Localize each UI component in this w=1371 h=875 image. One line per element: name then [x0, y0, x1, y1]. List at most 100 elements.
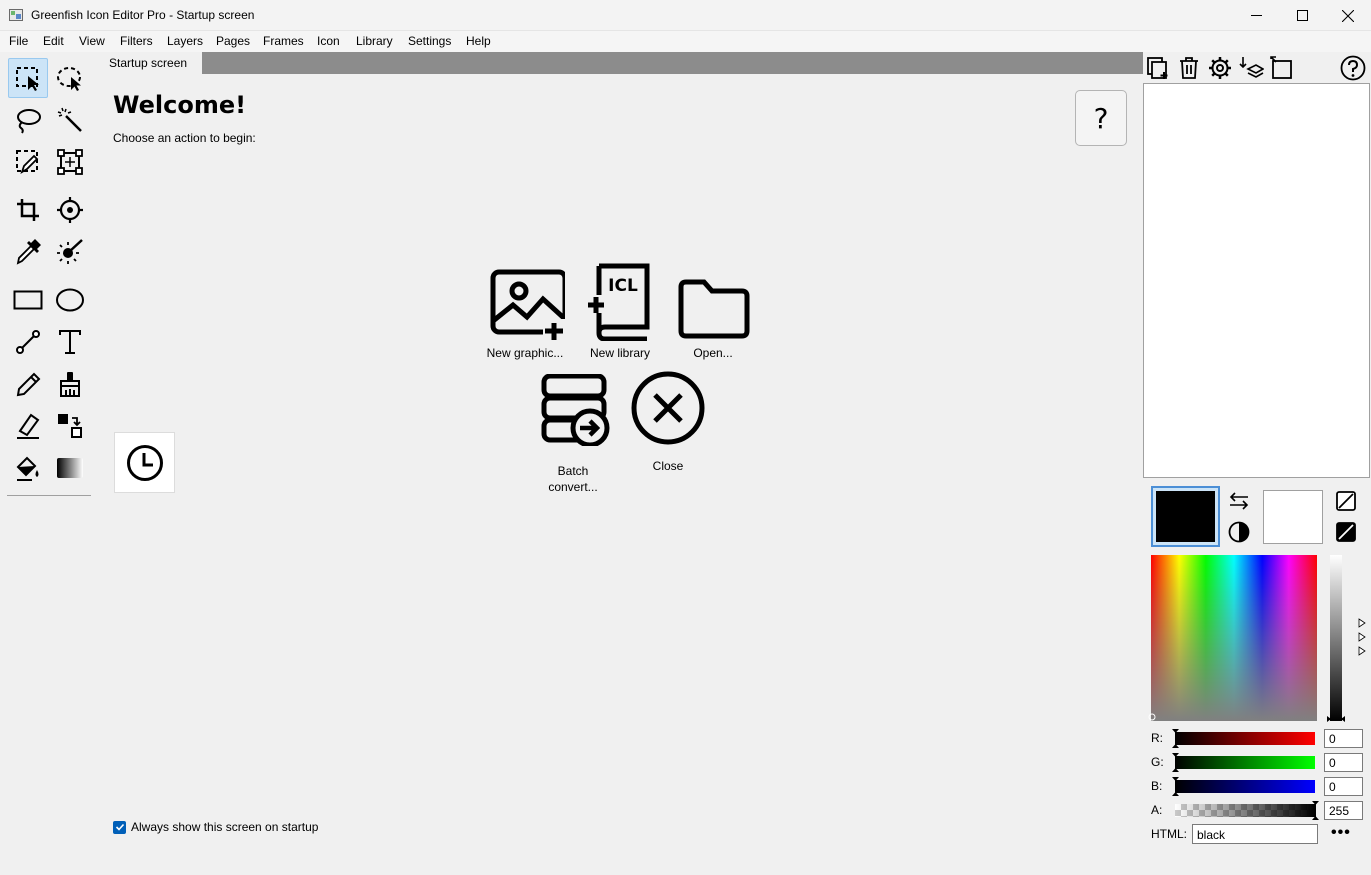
- close-action[interactable]: Close: [628, 371, 708, 474]
- tool-color-picker[interactable]: [8, 232, 48, 272]
- luminance-bar[interactable]: [1330, 555, 1342, 721]
- rectangle-icon: [13, 290, 43, 310]
- menu-settings[interactable]: Settings: [408, 34, 451, 48]
- html-color-field[interactable]: black: [1192, 824, 1318, 844]
- tool-text[interactable]: [50, 322, 90, 362]
- menu-view[interactable]: View: [79, 34, 105, 48]
- menu-pages[interactable]: Pages: [216, 34, 250, 48]
- startup-checkbox-label: Always show this screen on startup: [131, 820, 319, 834]
- blue-thumb-icon[interactable]: [1172, 777, 1179, 796]
- open-action[interactable]: Open...: [670, 267, 756, 361]
- new-library-action[interactable]: ICL New library: [580, 263, 660, 361]
- close-window-button[interactable]: [1325, 0, 1371, 31]
- green-thumb-icon[interactable]: [1172, 753, 1179, 772]
- hotspot-icon: [57, 197, 83, 223]
- green-value-field[interactable]: 0: [1324, 753, 1363, 772]
- canvas-size-button[interactable]: [1269, 55, 1295, 81]
- red-value-field[interactable]: 0: [1324, 729, 1363, 748]
- app-icon: [9, 9, 23, 21]
- alpha-slider-row: A: 255: [1151, 801, 1363, 820]
- invert-color-button[interactable]: [1228, 521, 1250, 543]
- menu-layers[interactable]: Layers: [167, 34, 203, 48]
- tool-rectangle[interactable]: [8, 280, 48, 320]
- fill-icon: [16, 456, 39, 481]
- swap-colors-button[interactable]: [1228, 490, 1250, 512]
- delete-page-button[interactable]: [1176, 55, 1202, 81]
- red-thumb-icon[interactable]: [1172, 729, 1179, 748]
- green-label: G:: [1151, 755, 1164, 769]
- import-layer-button[interactable]: [1238, 55, 1264, 81]
- alpha-thumb-icon[interactable]: [1312, 801, 1319, 820]
- menu-library[interactable]: Library: [356, 34, 393, 48]
- close-label: Close: [652, 459, 684, 473]
- pencil-icon: [16, 372, 41, 397]
- red-slider-row: R: 0: [1151, 729, 1363, 748]
- alpha-slider[interactable]: [1175, 804, 1315, 817]
- help-circle-button[interactable]: [1340, 55, 1366, 81]
- secondary-color-swatch[interactable]: [1263, 490, 1323, 544]
- tab-startup-screen[interactable]: Startup screen: [98, 52, 202, 74]
- tool-crop[interactable]: [8, 190, 48, 230]
- blue-slider[interactable]: [1175, 780, 1315, 793]
- tool-magic-wand[interactable]: [50, 100, 90, 140]
- menu-filters[interactable]: Filters: [120, 34, 153, 48]
- recent-files-button[interactable]: [114, 432, 175, 493]
- luminance-thumb-icon[interactable]: [1326, 715, 1346, 723]
- maximize-button[interactable]: [1279, 0, 1325, 31]
- tool-lasso[interactable]: [8, 100, 48, 140]
- document-tabs: Startup screen: [98, 52, 1143, 74]
- new-library-label: New library: [589, 346, 650, 360]
- page-properties-button[interactable]: [1207, 55, 1233, 81]
- toolbox: [0, 52, 98, 875]
- new-graphic-action[interactable]: New graphic...: [480, 267, 570, 361]
- primary-color-swatch[interactable]: [1151, 486, 1220, 547]
- alpha-value-field[interactable]: 255: [1324, 801, 1363, 820]
- tool-pencil[interactable]: [8, 364, 48, 404]
- inverted-color-button[interactable]: [1335, 521, 1357, 543]
- help-button[interactable]: ?: [1075, 90, 1127, 146]
- close-circle-icon: [631, 371, 705, 445]
- menu-edit[interactable]: Edit: [43, 34, 64, 48]
- green-slider[interactable]: [1175, 756, 1315, 769]
- duplicate-page-button[interactable]: [1145, 55, 1171, 81]
- tool-gradient[interactable]: [50, 448, 90, 488]
- tool-select-rect[interactable]: [8, 58, 48, 98]
- help-icon: [1340, 55, 1366, 81]
- swap-icon: [1229, 492, 1249, 510]
- more-options-button[interactable]: •••: [1331, 824, 1355, 844]
- clock-icon: [126, 444, 163, 481]
- new-library-icon: ICL: [587, 263, 650, 341]
- batch-convert-label-1: Batch: [557, 464, 589, 478]
- tool-select-ellipse[interactable]: [50, 58, 90, 98]
- tool-fill[interactable]: [8, 448, 48, 488]
- tool-transform[interactable]: [50, 142, 90, 182]
- ellipse-icon: [56, 288, 84, 312]
- minimize-button[interactable]: [1233, 0, 1279, 31]
- blue-value-field[interactable]: 0: [1324, 777, 1363, 796]
- eraser-icon: [17, 413, 40, 439]
- batch-convert-action[interactable]: Batch convert...: [528, 374, 618, 495]
- line-icon: [16, 330, 40, 354]
- menu-frames[interactable]: Frames: [263, 34, 304, 48]
- startup-checkbox[interactable]: [113, 820, 126, 834]
- menu-file[interactable]: File: [9, 34, 28, 48]
- tool-dodge-burn[interactable]: [50, 232, 90, 272]
- always-show-startup[interactable]: Always show this screen on startup: [113, 820, 318, 834]
- crop-icon: [17, 199, 39, 221]
- trash-icon: [1180, 57, 1198, 79]
- menu-help[interactable]: Help: [466, 34, 491, 48]
- color-spectrum[interactable]: [1148, 555, 1317, 721]
- text-icon: [59, 330, 81, 354]
- tool-color-replace[interactable]: [50, 406, 90, 446]
- menu-icon[interactable]: Icon: [317, 34, 340, 48]
- tool-ellipse[interactable]: [50, 280, 90, 320]
- tool-select-pen[interactable]: [8, 142, 48, 182]
- tool-hotspot[interactable]: [50, 190, 90, 230]
- page-subtitle: Choose an action to begin:: [113, 131, 256, 145]
- tool-eraser[interactable]: [8, 406, 48, 446]
- transparent-color-button[interactable]: [1335, 490, 1357, 512]
- expand-arrows-icon[interactable]: [1357, 618, 1367, 658]
- tool-brush[interactable]: [50, 364, 90, 404]
- red-slider[interactable]: [1175, 732, 1315, 745]
- tool-line[interactable]: [8, 322, 48, 362]
